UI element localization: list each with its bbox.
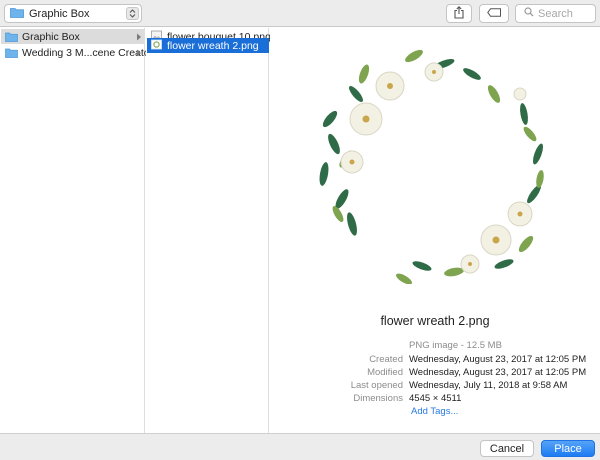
tag-icon	[486, 7, 502, 20]
file-item-label: flower wreath 2.png	[167, 39, 259, 52]
folder-item-label: Wedding 3 M...cene Creator	[22, 46, 154, 59]
folder-column: Graphic Box Wedding 3 M...cene Creator	[0, 28, 153, 433]
file-column: flower bouquet 10.png flower wreath 2.pn…	[146, 28, 271, 433]
toolbar: Graphic Box	[0, 0, 600, 27]
share-button[interactable]	[446, 4, 472, 23]
tag-button[interactable]	[479, 4, 509, 23]
chevron-right-icon	[136, 48, 142, 60]
info-key-created: Created	[369, 354, 403, 365]
info-key-dimensions: Dimensions	[353, 393, 403, 404]
info-key-modified: Modified	[367, 367, 403, 378]
preview-image	[294, 34, 564, 285]
add-tags-link[interactable]: Add Tags...	[411, 406, 458, 417]
updown-chevron-icon[interactable]	[126, 7, 139, 20]
dialog-footer: Cancel Place	[0, 433, 600, 460]
folder-icon	[5, 48, 18, 58]
info-key-last-opened: Last opened	[350, 380, 403, 391]
location-popup[interactable]: Graphic Box	[4, 4, 142, 23]
folder-icon	[5, 32, 18, 42]
preview-pane: flower wreath 2.png PNG image - 12.5 MB …	[270, 28, 600, 433]
info-value-modified: Wednesday, August 23, 2017 at 12:05 PM	[409, 367, 587, 378]
search-field[interactable]	[515, 4, 596, 23]
info-value-created: Wednesday, August 23, 2017 at 12:05 PM	[409, 354, 587, 365]
info-value-dimensions: 4545 × 4511	[409, 393, 462, 404]
folder-icon	[10, 7, 24, 21]
chevron-right-icon	[136, 32, 142, 44]
place-button[interactable]: Place	[541, 440, 595, 457]
folder-item-label: Graphic Box	[22, 30, 80, 43]
file-item-flower-wreath[interactable]: flower wreath 2.png	[147, 38, 269, 53]
location-label: Graphic Box	[29, 7, 90, 20]
search-icon	[524, 7, 534, 20]
preview-filename: flower wreath 2.png	[380, 314, 490, 328]
file-kind-size: PNG image - 12.5 MB	[409, 340, 502, 351]
folder-item-graphic-box[interactable]: Graphic Box	[1, 29, 144, 44]
search-input[interactable]	[538, 7, 594, 20]
image-file-icon	[151, 39, 162, 53]
folder-item-wedding[interactable]: Wedding 3 M...cene Creator	[1, 45, 153, 60]
info-value-last-opened: Wednesday, July 11, 2018 at 9:58 AM	[409, 380, 568, 391]
share-icon	[454, 5, 464, 22]
cancel-button[interactable]: Cancel	[480, 440, 534, 457]
